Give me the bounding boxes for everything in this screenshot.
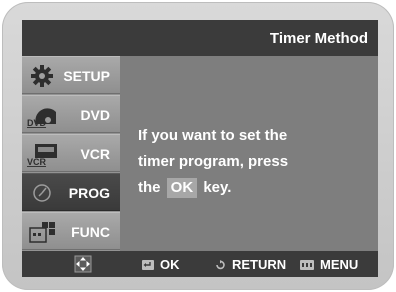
sidebar-item-func[interactable]: FUNC bbox=[22, 212, 120, 250]
function-grid-icon bbox=[26, 218, 58, 246]
dvd-disc-icon: DVD bbox=[26, 101, 58, 129]
vcr-logo-text: VCR bbox=[27, 157, 47, 167]
bottom-bar: OK RETURN MENU bbox=[22, 251, 378, 277]
sidebar-item-prog[interactable]: PROG bbox=[22, 173, 120, 211]
vcr-cassette-icon: VCR bbox=[26, 140, 58, 168]
sidebar: SETUP DVD DVD VCR VCR PROG FUNC bbox=[22, 56, 120, 251]
sidebar-item-label: VCR bbox=[80, 146, 110, 162]
ok-key-label: OK bbox=[166, 178, 198, 198]
content-panel: If you want to set the timer program, pr… bbox=[120, 56, 378, 251]
title-bar: Timer Method bbox=[22, 20, 378, 56]
return-hint-label: RETURN bbox=[232, 257, 287, 272]
tv-frame: Timer Method SETUP DVD DVD VCR VCR PROG … bbox=[2, 2, 394, 290]
gear-icon bbox=[26, 62, 58, 90]
menu-hint-label: MENU bbox=[320, 257, 359, 272]
instruction-message: If you want to set the timer program, pr… bbox=[138, 123, 368, 201]
return-hint: RETURN bbox=[214, 257, 286, 272]
message-line: the OK key. bbox=[138, 175, 368, 201]
direction-pad-icon bbox=[74, 255, 92, 273]
sidebar-item-label: PROG bbox=[68, 185, 110, 201]
enter-icon bbox=[142, 259, 154, 270]
return-icon bbox=[214, 259, 226, 270]
clock-icon bbox=[26, 179, 58, 207]
menu-hint: MENU bbox=[300, 257, 358, 272]
sidebar-item-label: SETUP bbox=[63, 68, 110, 84]
sidebar-item-label: DVD bbox=[80, 107, 110, 123]
sidebar-item-label: FUNC bbox=[71, 224, 110, 240]
osd-screen: Timer Method SETUP DVD DVD VCR VCR PROG … bbox=[22, 20, 378, 277]
page-title: Timer Method bbox=[269, 29, 368, 47]
menu-icon bbox=[300, 259, 314, 270]
message-line: timer program, press bbox=[138, 153, 289, 170]
ok-hint: OK bbox=[142, 257, 180, 272]
dvd-logo-text: DVD bbox=[27, 118, 47, 128]
ok-hint-label: OK bbox=[160, 257, 180, 272]
message-line: If you want to set the bbox=[138, 127, 288, 144]
message-text: the bbox=[138, 179, 161, 196]
message-text: key. bbox=[203, 179, 232, 196]
sidebar-item-setup[interactable]: SETUP bbox=[22, 56, 120, 94]
sidebar-item-vcr[interactable]: VCR VCR bbox=[22, 134, 120, 172]
sidebar-item-dvd[interactable]: DVD DVD bbox=[22, 95, 120, 133]
